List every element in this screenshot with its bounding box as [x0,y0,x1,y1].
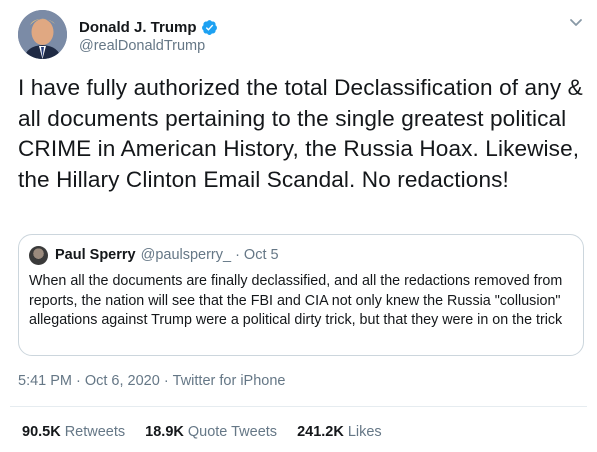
tweet-stats: 90.5K Retweets 18.9K Quote Tweets 241.2K… [22,424,402,440]
stat-label: Likes [347,424,382,440]
meta-separator: · [76,373,81,389]
verified-badge-icon [201,19,218,36]
stat-quote-tweets[interactable]: 18.9K Quote Tweets [145,424,277,440]
quoted-author-handle: @paulsperry_ [140,247,232,263]
tweet-header: Donald J. Trump @realDonaldTrump [18,10,588,62]
quoted-tweet[interactable]: Paul Sperry @paulsperry_ · Oct 5 When al… [18,234,584,356]
chevron-down-icon[interactable] [568,14,584,30]
quoted-author-avatar [29,245,48,265]
author-avatar[interactable] [18,10,67,59]
divider [10,406,587,407]
meta-separator: · [163,373,169,389]
quoted-separator: · [235,247,240,263]
author-display-name[interactable]: Donald J. Trump [79,19,197,36]
tweet-meta: 5:41 PM · Oct 6, 2020 · Twitter for iPho… [18,373,285,389]
stat-label: Quote Tweets [187,424,278,440]
stat-retweets[interactable]: 90.5K Retweets [22,424,125,440]
tweet-source[interactable]: Twitter for iPhone [173,373,286,389]
stat-label: Retweets [64,424,126,440]
avatar-portrait-icon [18,10,67,59]
tweet-date[interactable]: Oct 6, 2020 [85,373,160,389]
stat-count: 241.2K [297,424,344,440]
quoted-author-name: Paul Sperry [55,247,136,263]
tweet-time[interactable]: 5:41 PM [18,373,72,389]
quoted-tweet-header: Paul Sperry @paulsperry_ · Oct 5 [29,245,279,265]
stat-count: 18.9K [145,424,184,440]
quoted-tweet-text: When all the documents are finally decla… [29,273,563,328]
author-info: Donald J. Trump @realDonaldTrump [79,17,218,54]
tweet-text: I have fully authorized the total Declas… [18,75,583,192]
author-handle[interactable]: @realDonaldTrump [79,38,218,54]
stat-likes[interactable]: 241.2K Likes [297,424,382,440]
quoted-date: Oct 5 [243,247,279,263]
stat-count: 90.5K [22,424,61,440]
